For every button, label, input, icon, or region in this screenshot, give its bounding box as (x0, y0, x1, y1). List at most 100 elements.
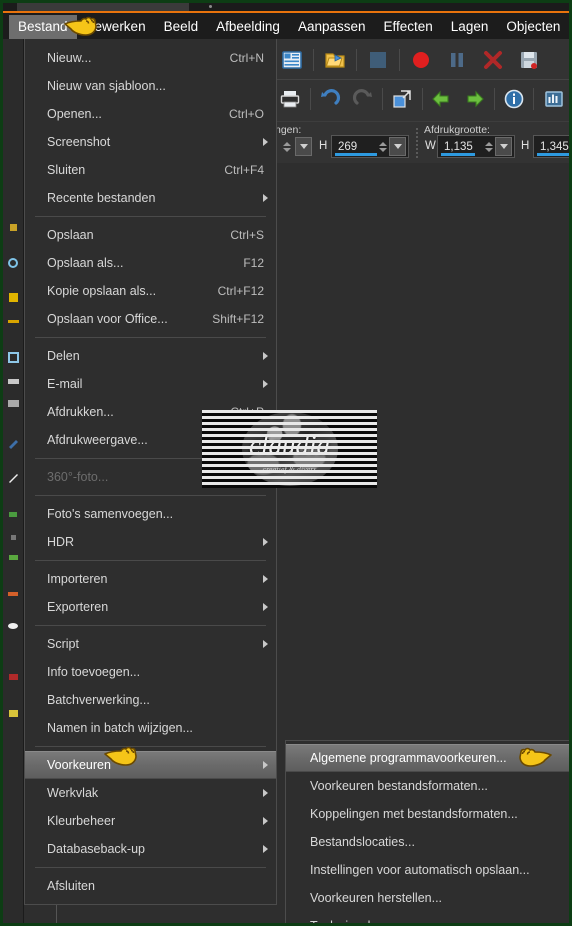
file-menu-item[interactable]: Kleurbeheer (25, 807, 276, 835)
clone-tool-icon[interactable] (7, 531, 20, 544)
crop-tool-icon[interactable] (7, 291, 20, 304)
preferences-submenu-item[interactable]: Bestandslocaties... (286, 828, 569, 856)
menubar-item-aanpassen[interactable]: Aanpassen (289, 15, 375, 39)
print-icon[interactable] (277, 84, 304, 114)
stop-square-icon[interactable] (363, 45, 393, 75)
undo-icon[interactable] (428, 84, 455, 114)
menubar-item-objecten[interactable]: Objecten (497, 15, 569, 39)
file-menu-item[interactable]: E-mail (25, 370, 276, 398)
print-width-dropdown[interactable] (495, 137, 512, 156)
redo-icon[interactable] (461, 84, 488, 114)
tools-toolbar[interactable] (3, 39, 24, 923)
fill-tool-icon[interactable] (7, 551, 20, 564)
rotate-left-icon[interactable] (317, 84, 344, 114)
freehand-selection-icon[interactable] (7, 375, 20, 388)
file-menu-item[interactable]: Databaseback-up (25, 835, 276, 863)
record-circle-icon[interactable] (406, 45, 436, 75)
menubar-item-bestand[interactable]: Bestand (9, 14, 77, 39)
menubar-item-effecten[interactable]: Effecten (375, 15, 442, 39)
lighten-tool-icon[interactable] (7, 619, 20, 632)
file-menu-item[interactable]: Opslaan als... F12 (25, 249, 276, 277)
preferences-submenu-item[interactable]: Algemene programmavoorkeuren... (286, 744, 569, 772)
print-height-field[interactable]: 1,345 (533, 135, 569, 158)
menu-item-label: Afdrukken... (47, 405, 114, 419)
paint-brush-icon[interactable] (7, 471, 20, 484)
menu-item-shortcut: Ctrl+F12 (217, 284, 264, 298)
preferences-submenu-item[interactable]: Taal wisselen (286, 912, 569, 923)
menubar-item-afbeelding[interactable]: Afbeelding (207, 15, 289, 39)
move-tool-icon[interactable] (7, 315, 20, 328)
preferences-submenu[interactable]: Algemene programmavoorkeuren... Voorkeure… (285, 740, 569, 923)
menu-item-label: Afdrukweergave... (47, 433, 148, 447)
toolbar-separator (533, 87, 535, 110)
script-editor-icon[interactable] (277, 45, 307, 75)
info-icon[interactable] (501, 84, 528, 114)
file-menu-item[interactable]: Sluiten Ctrl+F4 (25, 156, 276, 184)
resize-icon[interactable] (389, 84, 416, 114)
retouch-tool-icon[interactable] (7, 587, 20, 600)
file-menu-item[interactable]: Openen... Ctrl+O (25, 100, 276, 128)
rotate-right-icon[interactable] (349, 84, 376, 114)
histogram-icon[interactable] (540, 84, 567, 114)
file-menu-item[interactable]: Script (25, 630, 276, 658)
file-menu-item[interactable]: HDR (25, 528, 276, 556)
print-width-spinner[interactable] (483, 136, 495, 157)
menu-item-label: Databaseback-up (47, 842, 145, 856)
height-pixels-field[interactable]: 269 (331, 135, 409, 158)
preferences-submenu-item[interactable]: Instellingen voor automatisch opslaan... (286, 856, 569, 884)
pause-icon[interactable] (442, 45, 472, 75)
file-menu-item[interactable]: Importeren (25, 565, 276, 593)
field-fill-indicator (537, 153, 569, 156)
file-menu-item[interactable]: Kopie opslaan als... Ctrl+F12 (25, 277, 276, 305)
shape-tool-icon[interactable] (7, 707, 20, 720)
print-width-field[interactable]: 1,135 (437, 135, 515, 158)
menu-bar[interactable]: Bestand Bewerken Beeld Afbeelding Aanpassen E… (3, 14, 569, 39)
menu-item-label: Opslaan als... (47, 256, 124, 270)
file-menu-item[interactable]: Namen in batch wijzigen... (25, 714, 276, 742)
menubar-item-beeld[interactable]: Beeld (155, 15, 208, 39)
toolbar-separator (421, 87, 423, 110)
save-script-icon[interactable] (514, 45, 544, 75)
preferences-submenu-item[interactable]: Voorkeuren bestandsformaten... (286, 772, 569, 800)
magic-wand-icon[interactable] (7, 397, 20, 410)
selection-tool-icon[interactable] (7, 351, 20, 364)
file-menu-item[interactable]: Nieuw... Ctrl+N (25, 44, 276, 72)
file-menu-item[interactable]: Voorkeuren (25, 751, 276, 779)
height-pixels-dropdown[interactable] (389, 137, 406, 156)
file-menu-item[interactable]: Foto's samenvoegen... (25, 500, 276, 528)
preferences-submenu-item[interactable]: Koppelingen met bestandsformaten... (286, 800, 569, 828)
preferences-submenu-item[interactable]: Voorkeuren herstellen... (286, 884, 569, 912)
submenu-item-label: Voorkeuren bestandsformaten... (310, 779, 488, 793)
dropper-tool-icon[interactable] (7, 437, 20, 450)
menubar-item-lagen[interactable]: Lagen (442, 15, 498, 39)
file-menu-item[interactable]: Recente bestanden (25, 184, 276, 212)
menu-separator (35, 337, 266, 338)
open-folder-script-icon[interactable] (320, 45, 350, 75)
menu-item-label: 360°-foto... (47, 470, 109, 484)
menu-item-label: Afsluiten (47, 879, 95, 893)
spinner-arrows-orphan[interactable] (281, 136, 293, 157)
file-menu-item[interactable]: Opslaan voor Office... Shift+F12 (25, 305, 276, 333)
file-menu-item[interactable]: Screenshot (25, 128, 276, 156)
field-fill-indicator (441, 153, 475, 156)
delete-x-icon[interactable] (478, 45, 508, 75)
height-pixels-spinner[interactable] (377, 136, 389, 157)
dropdown-button-orphan[interactable] (295, 137, 312, 156)
eraser-tool-icon[interactable] (7, 507, 20, 520)
file-menu-item[interactable]: Info toevoegen... (25, 658, 276, 686)
toolbar-separator (381, 87, 383, 110)
menu-item-label: Namen in batch wijzigen... (47, 721, 193, 735)
menubar-item-bewerken[interactable]: Bewerken (77, 15, 155, 39)
file-menu-item[interactable]: Delen (25, 342, 276, 370)
file-menu-item[interactable]: Afsluiten (25, 872, 276, 900)
file-menu-item[interactable]: Batchverwerking... (25, 686, 276, 714)
zoom-tool-icon[interactable] (7, 257, 20, 270)
file-menu-item[interactable]: Opslaan Ctrl+S (25, 221, 276, 249)
title-strip (3, 3, 569, 14)
file-menu-item[interactable]: Nieuw van sjabloon... (25, 72, 276, 100)
text-tool-icon[interactable] (7, 671, 20, 684)
watermark-stripes (202, 410, 377, 488)
file-menu-item[interactable]: Exporteren (25, 593, 276, 621)
pan-tool-icon[interactable] (7, 221, 20, 234)
file-menu-item[interactable]: Werkvlak (25, 779, 276, 807)
